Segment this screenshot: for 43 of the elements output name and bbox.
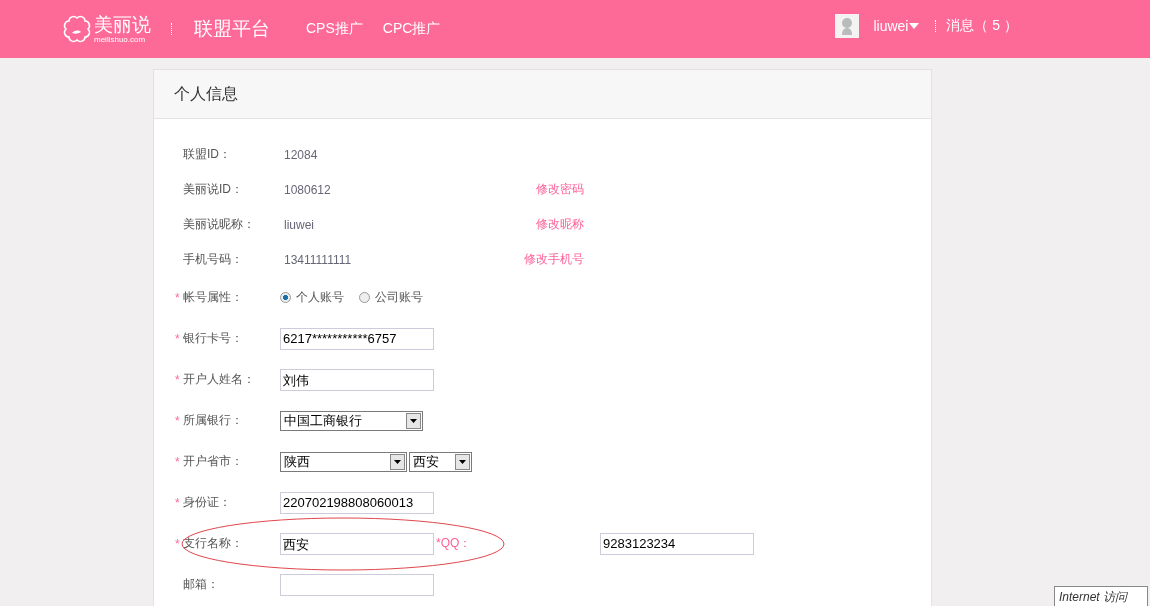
field-value: liuwei xyxy=(284,217,314,232)
radio-label[interactable]: 个人账号 xyxy=(296,289,344,306)
field-label: 美丽说昵称： xyxy=(183,216,256,233)
field-label: 所属银行： xyxy=(183,412,244,429)
dropdown[interactable]: 陕西 xyxy=(280,451,407,472)
field-value: 1080612 xyxy=(284,182,331,197)
required-asterisk: * xyxy=(175,536,181,551)
field-label: 开户省市： xyxy=(183,453,244,470)
field-label: 联盟ID： xyxy=(183,146,232,163)
required-asterisk: * xyxy=(175,290,181,305)
card-title: 个人信息 xyxy=(174,83,238,104)
field-label: 身份证： xyxy=(183,494,232,511)
platform-title: 联盟平台 xyxy=(194,17,270,41)
required-asterisk: * xyxy=(175,413,181,428)
qq-label: *QQ： xyxy=(436,535,473,552)
required-asterisk: * xyxy=(175,331,181,346)
text-input[interactable]: 220702198808060013 xyxy=(280,491,434,514)
field-value: 12084 xyxy=(284,147,318,162)
required-asterisk: * xyxy=(175,495,181,510)
field-label: 支行名称： xyxy=(183,535,244,552)
radio-label[interactable]: 公司账号 xyxy=(375,289,423,306)
field-label: 帐号属性： xyxy=(183,289,244,306)
dropdown[interactable]: 中国工商银行 xyxy=(280,410,423,431)
text-input[interactable]: 6217***********6757 xyxy=(280,327,434,350)
text-input[interactable] xyxy=(280,573,434,596)
status-tooltip: Internet 访问 xyxy=(1054,586,1148,606)
field-value: 13411111111 xyxy=(284,252,352,267)
radio-button[interactable] xyxy=(280,292,291,303)
logo-domain: meilishuo.com xyxy=(94,35,147,44)
required-asterisk: * xyxy=(175,454,181,469)
dropdown[interactable]: 西安 xyxy=(409,451,472,472)
field-label: 银行卡号： xyxy=(183,330,244,347)
flower-logo-icon xyxy=(62,14,92,44)
field-label: 手机号码： xyxy=(183,251,244,268)
field-label: 开户人姓名： xyxy=(183,371,256,388)
required-asterisk: * xyxy=(175,372,181,387)
text-input[interactable]: 西安 xyxy=(280,532,434,555)
text-input[interactable]: 刘伟 xyxy=(280,368,434,391)
qq-input[interactable]: 9283123234 xyxy=(600,532,754,555)
field-label: 邮箱： xyxy=(183,576,220,593)
radio-button[interactable] xyxy=(359,292,370,303)
caret-icon[interactable] xyxy=(909,23,920,29)
field-label: 美丽说ID： xyxy=(183,181,244,198)
